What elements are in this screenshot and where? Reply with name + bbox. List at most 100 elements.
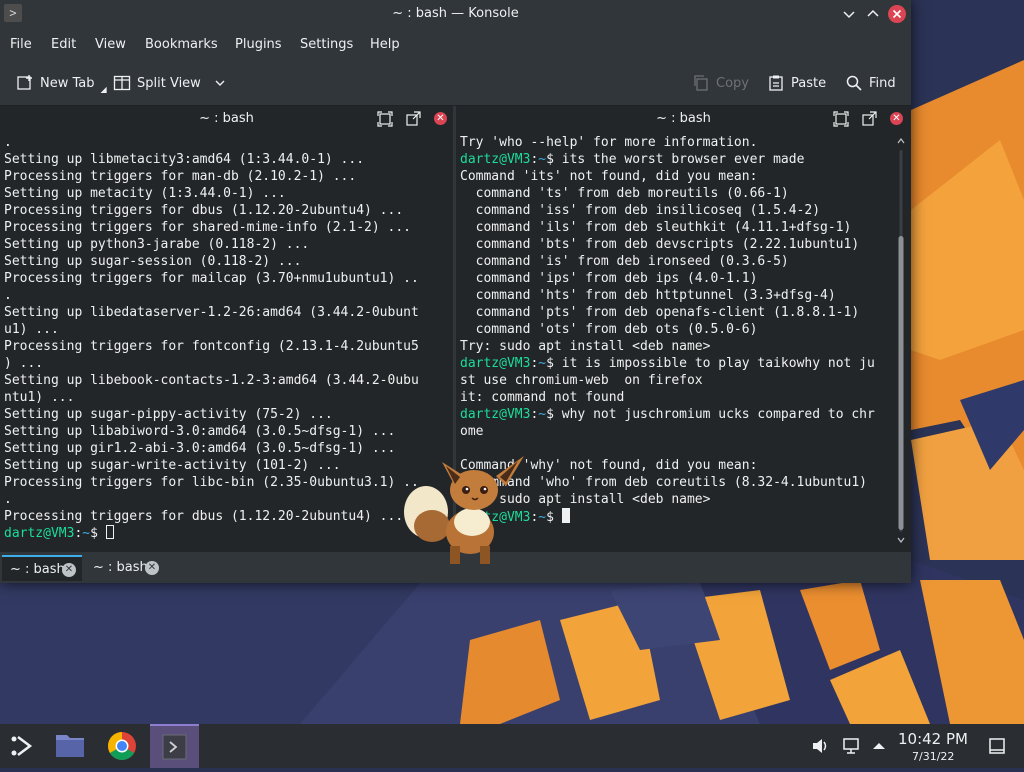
terminal-line: . bbox=[4, 492, 12, 507]
chevron-down-icon[interactable] bbox=[213, 76, 227, 90]
terminal-line: Processing triggers for dbus (1.12.20-2u… bbox=[4, 509, 404, 524]
terminal-line: ome bbox=[460, 424, 484, 439]
terminal-line: dartz@VM3:~$ why not juschromium ucks co… bbox=[460, 407, 875, 422]
terminal-line: Command 'its' not found, did you mean: bbox=[460, 169, 758, 184]
close-pane-button[interactable]: ✕ bbox=[434, 112, 447, 125]
terminal-line: command 'iss' from deb insilicoseq (1.5.… bbox=[460, 203, 821, 218]
terminal-line: command 'is' from deb ironseed (0.3.6-5) bbox=[460, 254, 789, 269]
prompt-path: ~ bbox=[538, 407, 547, 422]
taskbar-file-manager[interactable] bbox=[47, 724, 93, 768]
maximize-pane-icon[interactable] bbox=[833, 111, 849, 127]
menu-bar: File Edit View Bookmarks Plugins Setting… bbox=[0, 29, 911, 59]
new-tab-icon bbox=[17, 75, 32, 90]
prompt-user: dartz@VM3 bbox=[460, 152, 531, 167]
show-desktop-icon[interactable] bbox=[988, 737, 1006, 755]
close-icon: ✕ bbox=[436, 113, 445, 124]
menu-plugins[interactable]: Plugins bbox=[235, 37, 282, 52]
detach-pane-icon[interactable] bbox=[405, 111, 421, 127]
close-tab-button[interactable]: ✕ bbox=[145, 561, 159, 575]
minimize-button[interactable] bbox=[840, 5, 858, 23]
chevron-up-icon bbox=[867, 9, 879, 17]
close-icon: ✕ bbox=[892, 113, 901, 124]
terminal-line: Setting up libedataserver-1.2-26:amd64 (… bbox=[4, 305, 419, 320]
detach-pane-icon[interactable] bbox=[861, 111, 877, 127]
maximize-button[interactable] bbox=[864, 5, 882, 23]
menu-view[interactable]: View bbox=[95, 37, 126, 52]
terminal-line: command 'ils' from deb sleuthkit (4.11.1… bbox=[460, 220, 852, 235]
terminal-line: Setting up sugar-pippy-activity (75-2) .… bbox=[4, 407, 333, 422]
find-button[interactable]: Find bbox=[845, 74, 896, 92]
taskbar-konsole[interactable] bbox=[150, 724, 199, 768]
chevron-up-icon bbox=[897, 138, 905, 144]
cursor bbox=[561, 508, 570, 523]
tab-bash-2[interactable]: ~ : bash ✕ bbox=[85, 555, 165, 581]
caret-icon: ◢ bbox=[100, 84, 107, 94]
terminal-line: Setting up gir1.2-abi-3.0:amd64 (3.0.5~d… bbox=[4, 441, 396, 456]
close-icon: ✕ bbox=[64, 564, 74, 575]
menu-help[interactable]: Help bbox=[370, 37, 400, 52]
search-icon bbox=[846, 75, 862, 91]
paste-button[interactable]: Paste bbox=[767, 74, 826, 92]
copy-label: Copy bbox=[716, 75, 749, 91]
taskbar: 10:42 PM 7/31/22 bbox=[0, 724, 1024, 768]
chrome-icon bbox=[108, 732, 136, 760]
terminal-line: Setting up libabiword-3.0:amd64 (3.0.5~d… bbox=[4, 424, 396, 439]
maximize-pane-icon[interactable] bbox=[377, 111, 393, 127]
scrollbar[interactable] bbox=[896, 136, 906, 546]
scrollbar-thumb bbox=[898, 236, 904, 530]
chevron-down-icon bbox=[897, 537, 905, 543]
terminal-line: it: command not found bbox=[460, 390, 625, 405]
close-icon bbox=[892, 9, 902, 19]
terminal-line: Processing triggers for dbus (1.12.20-2u… bbox=[4, 203, 404, 218]
tab-label: ~ : bash bbox=[10, 562, 65, 577]
terminal-line: command 'ots' from deb ots (0.5.0-6) bbox=[460, 322, 758, 337]
paste-label: Paste bbox=[791, 75, 827, 91]
chevron-down-icon bbox=[843, 11, 855, 19]
tray-expand-icon[interactable] bbox=[871, 738, 887, 754]
tab-bash-1[interactable]: ~ : bash ✕ bbox=[2, 555, 82, 581]
terminal-output-left[interactable]: . Setting up libmetacity3:amd64 (1:3.44.… bbox=[4, 134, 439, 542]
split-view-button[interactable]: Split View bbox=[113, 74, 227, 92]
menu-bookmarks[interactable]: Bookmarks bbox=[145, 37, 218, 52]
taskbar-chrome[interactable] bbox=[99, 724, 145, 768]
terminal-line: Setting up sugar-write-activity (101-2) … bbox=[4, 458, 341, 473]
prompt-path: ~ bbox=[538, 510, 547, 525]
terminal-line: Processing triggers for fontconfig (2.13… bbox=[4, 339, 419, 354]
terminal-line: Processing triggers for shared-mime-info… bbox=[4, 220, 411, 235]
terminal-line: Try: sudo apt install <deb name> bbox=[460, 339, 711, 354]
prompt-user: dartz@VM3 bbox=[460, 356, 531, 371]
application-launcher[interactable] bbox=[0, 724, 46, 768]
network-icon[interactable] bbox=[841, 736, 861, 756]
pane-title: ~ : bash bbox=[656, 111, 711, 126]
desktop-pet-fox[interactable] bbox=[402, 452, 534, 570]
terminal-pane-left[interactable]: ~ : bash ✕ . Setting up libmetacity3:amd… bbox=[0, 106, 453, 552]
tab-label: ~ : bash bbox=[93, 560, 148, 575]
terminal-line: command 'ips' from deb ips (4.0-1.1) bbox=[460, 271, 758, 286]
find-label: Find bbox=[869, 75, 896, 91]
prompt-user: dartz@VM3 bbox=[4, 526, 75, 541]
close-pane-button[interactable]: ✕ bbox=[890, 112, 903, 125]
volume-icon[interactable] bbox=[810, 736, 830, 756]
paste-icon bbox=[769, 75, 783, 91]
close-tab-button[interactable]: ✕ bbox=[62, 563, 76, 577]
clock-date[interactable]: 7/31/22 bbox=[912, 750, 954, 763]
split-view-icon bbox=[113, 75, 131, 91]
prompt-user: dartz@VM3 bbox=[460, 407, 531, 422]
pane-header: ~ : bash ✕ bbox=[456, 106, 911, 132]
terminal-line: u1) ... bbox=[4, 322, 59, 337]
folder-icon bbox=[56, 735, 84, 757]
pane-title: ~ : bash bbox=[199, 111, 254, 126]
terminal-line: Processing triggers for libc-bin (2.35-0… bbox=[4, 475, 419, 490]
clock-time[interactable]: 10:42 PM bbox=[898, 730, 968, 748]
terminal-line: command 'pts' from deb openafs-client (1… bbox=[460, 305, 860, 320]
window-title: ~ : bash — Konsole bbox=[392, 6, 519, 21]
title-bar[interactable]: > ~ : bash — Konsole bbox=[0, 0, 911, 29]
copy-button[interactable]: Copy bbox=[692, 74, 749, 92]
terminal-line: . bbox=[4, 135, 12, 150]
close-icon: ✕ bbox=[147, 562, 157, 573]
menu-edit[interactable]: Edit bbox=[51, 37, 76, 52]
close-window-button[interactable] bbox=[888, 5, 906, 23]
menu-settings[interactable]: Settings bbox=[300, 37, 353, 52]
menu-file[interactable]: File bbox=[10, 37, 32, 52]
new-tab-button[interactable]: New Tab ◢ bbox=[16, 74, 107, 94]
